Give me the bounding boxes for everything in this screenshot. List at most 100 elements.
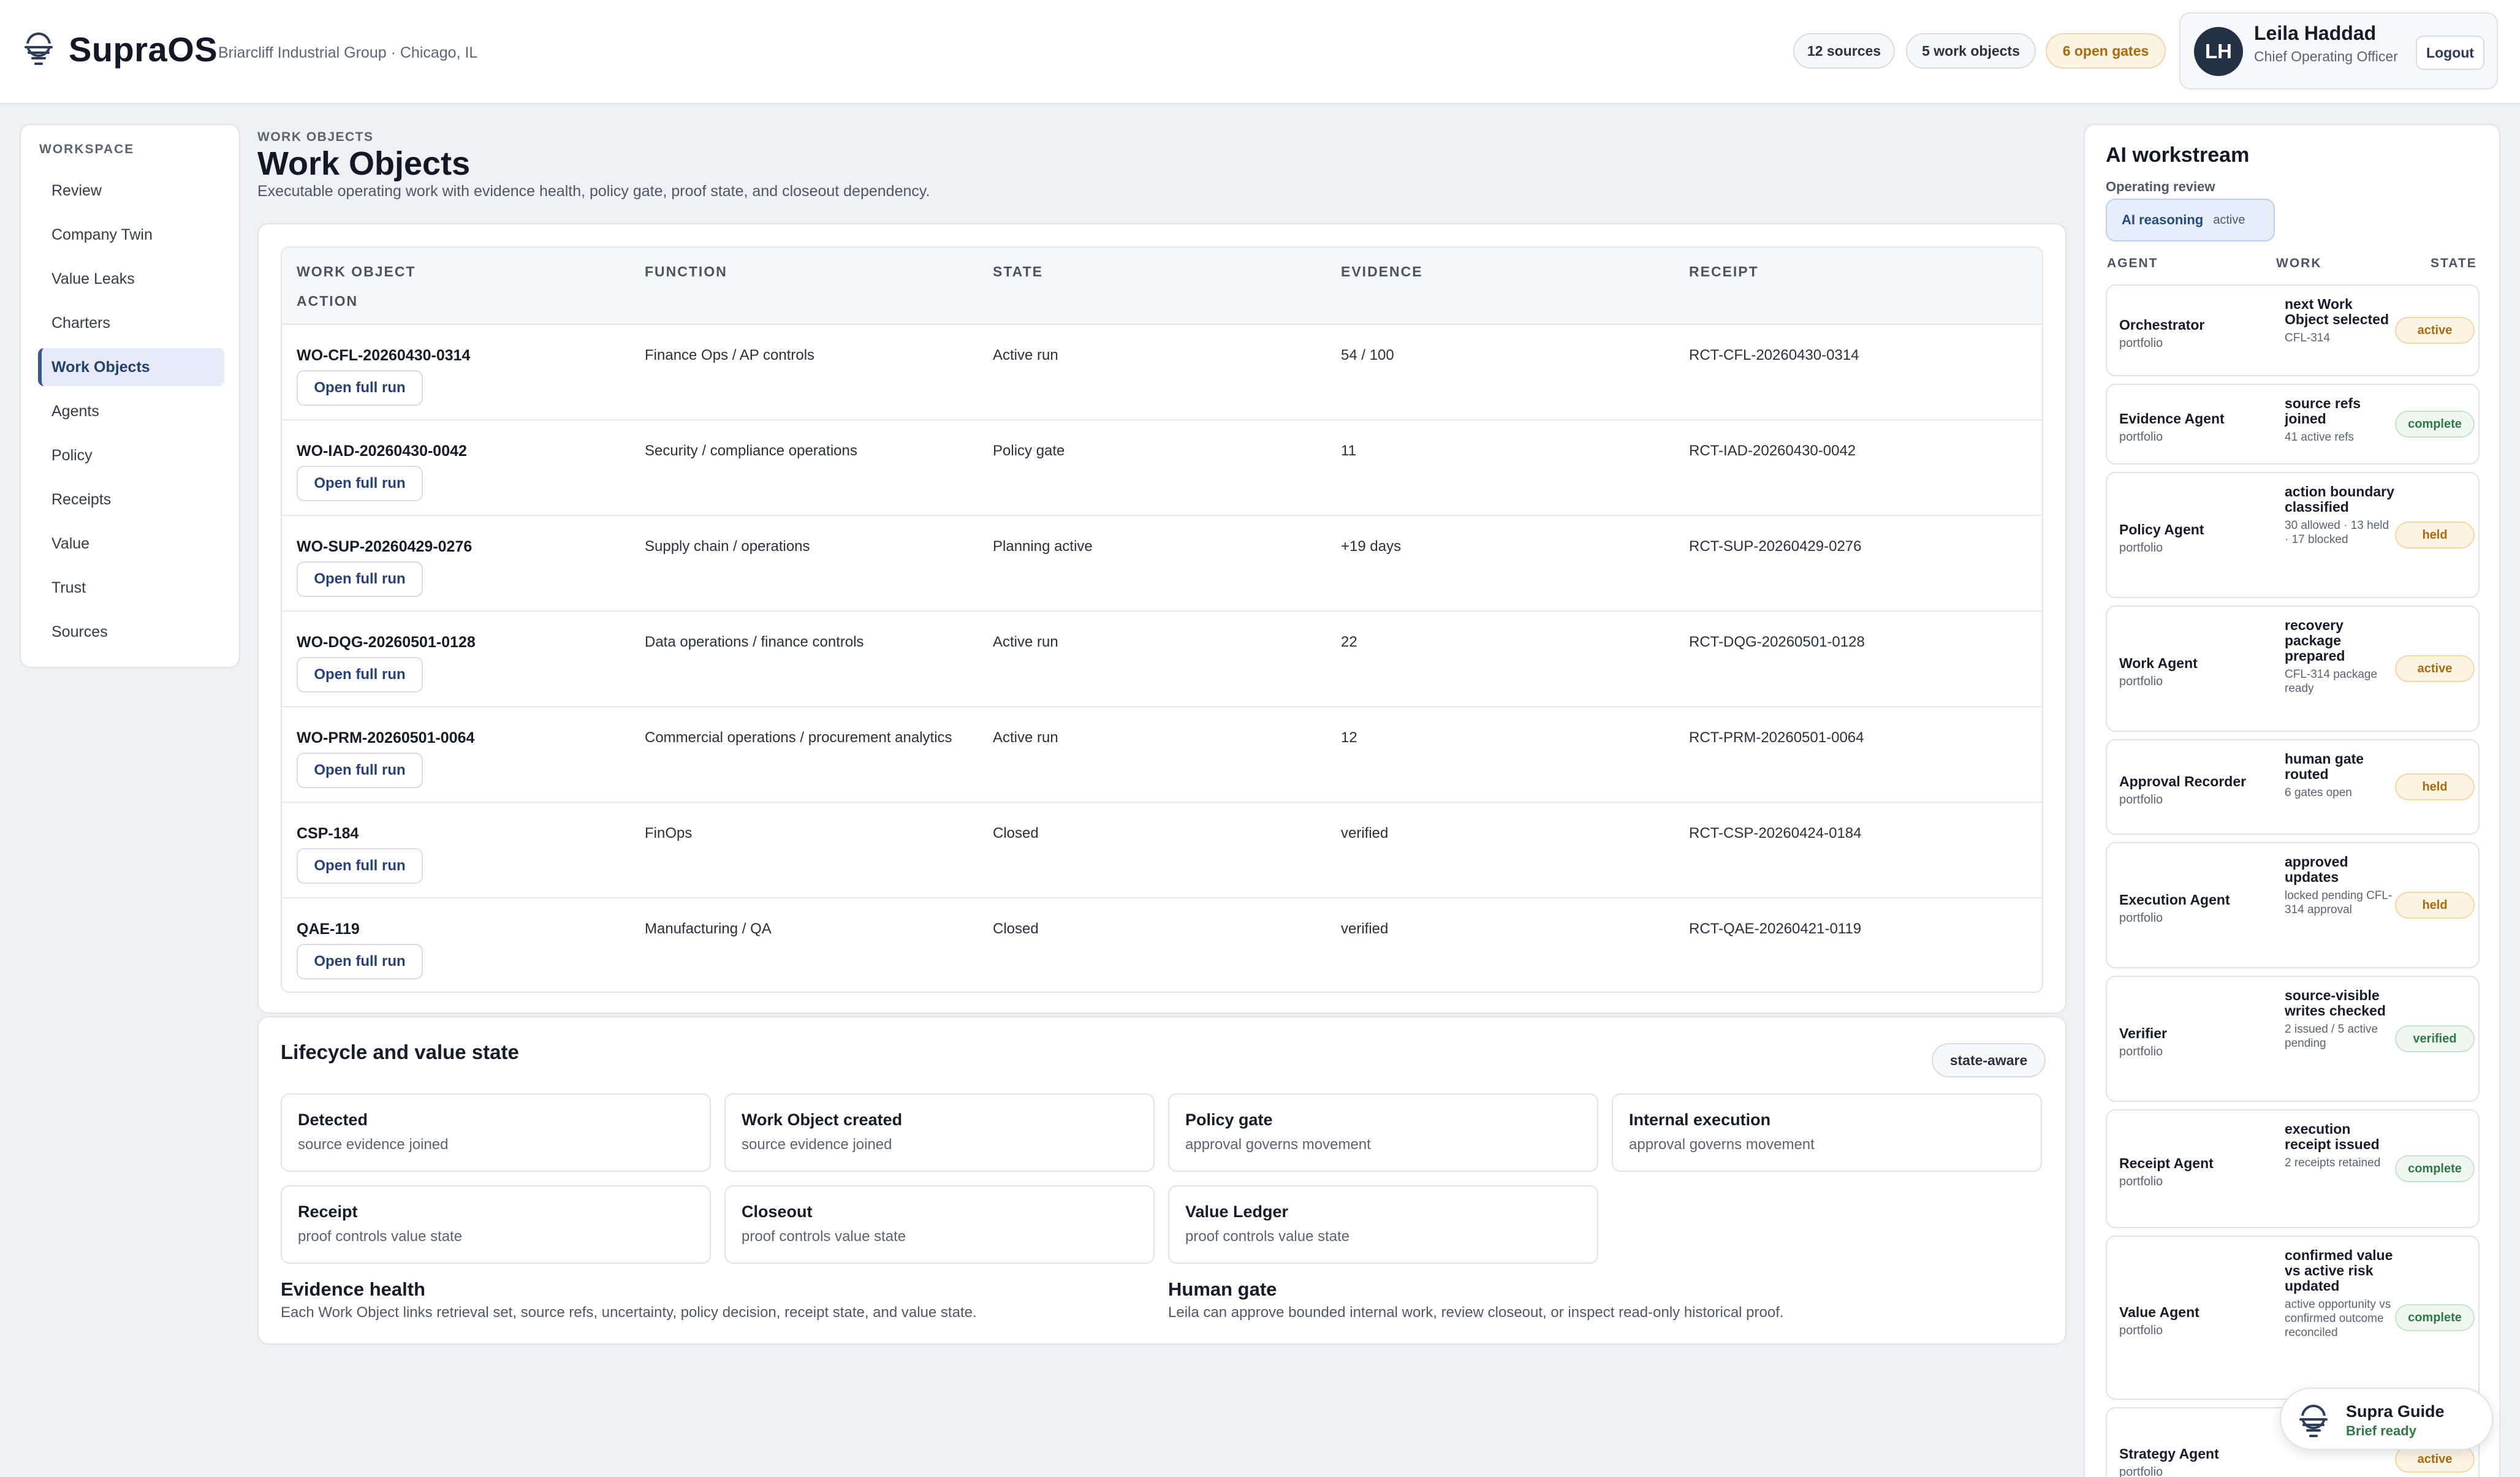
open-full-run-button[interactable]: Open full run	[297, 753, 423, 788]
work-objects-count-pill[interactable]: 5 work objects	[1906, 33, 2036, 69]
work-object-receipt[interactable]: RCT-QAE-20260421-0119	[1689, 921, 1861, 938]
column-header-work-object[interactable]: WORK OBJECT	[297, 264, 416, 280]
sidebar-item-trust[interactable]: Trust	[38, 569, 224, 607]
sidebar-item-company-twin[interactable]: Company Twin	[38, 216, 224, 254]
stage-subtitle: approval governs movement	[1185, 1136, 1371, 1153]
open-full-run-button[interactable]: Open full run	[297, 466, 423, 501]
sources-count-pill[interactable]: 12 sources	[1793, 33, 1895, 69]
open-full-run-button[interactable]: Open full run	[297, 370, 423, 406]
ai-reasoning-label: AI reasoning	[2122, 212, 2204, 227]
open-full-run-button[interactable]: Open full run	[297, 848, 423, 884]
work-object-state: Closed	[993, 921, 1039, 937]
work-object-function: Manufacturing / QA	[645, 921, 772, 937]
agent-card-verifier[interactable]: Verifier portfolio source-visible writes c…	[2106, 976, 2480, 1102]
work-object-id[interactable]: QAE-119	[297, 921, 360, 938]
sidebar-item-review[interactable]: Review	[38, 172, 224, 210]
work-object-id[interactable]: WO-DQG-20260501-0128	[297, 634, 476, 651]
agent-work: action boundary classified	[2285, 484, 2394, 515]
agent-card-approval-recorder[interactable]: Approval Recorder portfolio human gate rou…	[2106, 739, 2480, 835]
sidebar-item-charters[interactable]: Charters	[38, 304, 224, 342]
agent-card-orchestrator[interactable]: Orchestrator portfolio next Work Object se…	[2106, 284, 2480, 376]
work-object-receipt[interactable]: RCT-PRM-20260501-0064	[1689, 729, 1864, 746]
agent-detail: 6 gates open	[2285, 786, 2352, 799]
supra-guide-status: Brief ready	[2346, 1423, 2416, 1438]
work-object-id[interactable]: CSP-184	[297, 825, 359, 843]
open-full-run-button[interactable]: Open full run	[297, 657, 423, 693]
agent-work: source-visible writes checked	[2285, 987, 2386, 1019]
table-header: WORK OBJECT ACTION FUNCTION STATE EVIDEN…	[282, 248, 2042, 325]
agent-name: Execution Agent	[2119, 892, 2230, 908]
agent-card-value-agent[interactable]: Value Agent portfolio confirmed value vs a…	[2106, 1236, 2480, 1400]
agent-card-evidence-agent[interactable]: Evidence Agent portfolio source refs joine…	[2106, 384, 2480, 465]
agent-name: Policy Agent	[2119, 522, 2204, 537]
stage-receipt[interactable]: Receipt proof controls value state	[281, 1185, 711, 1264]
column-header-evidence[interactable]: EVIDENCE	[1341, 264, 1423, 280]
agent-scope: portfolio	[2119, 911, 2163, 925]
open-gates-pill[interactable]: 6 open gates	[2046, 33, 2166, 69]
table-row: WO-IAD-20260430-0042 Security / complianc…	[282, 420, 2042, 516]
sidebar-item-value-leaks[interactable]: Value Leaks	[38, 260, 224, 298]
work-objects-panel: WORK OBJECT ACTION FUNCTION STATE EVIDEN…	[257, 223, 2066, 1014]
agent-work: next Work Object selected	[2285, 296, 2389, 327]
stage-subtitle: proof controls value state	[742, 1228, 906, 1245]
work-object-receipt[interactable]: RCT-CFL-20260430-0314	[1689, 347, 1859, 364]
sidebar-item-work-objects[interactable]: Work Objects	[38, 348, 224, 386]
work-object-receipt[interactable]: RCT-IAD-20260430-0042	[1689, 442, 1856, 460]
work-object-evidence: verified	[1341, 921, 1389, 937]
stage-value-ledger[interactable]: Value Ledger proof controls value state	[1168, 1185, 1598, 1264]
agent-detail: active opportunity vs confirmed outcome …	[2285, 1298, 2391, 1339]
agent-scope: portfolio	[2119, 675, 2163, 688]
brand[interactable]: SupraOS	[23, 29, 218, 69]
work-object-id[interactable]: WO-PRM-20260501-0064	[297, 729, 474, 747]
page-title: Work Objects	[257, 145, 471, 182]
stage-title: Work Object created	[742, 1111, 903, 1129]
stage-work-object-created[interactable]: Work Object created source evidence join…	[724, 1093, 1155, 1172]
work-object-id[interactable]: WO-IAD-20260430-0042	[297, 442, 467, 460]
agent-detail: 30 allowed · 13 held · 17 blocked	[2285, 519, 2389, 546]
stage-closeout[interactable]: Closeout proof controls value state	[724, 1185, 1155, 1264]
column-header-work: WORK	[2276, 256, 2322, 270]
work-object-evidence: 54 / 100	[1341, 347, 1394, 363]
stage-policy-gate[interactable]: Policy gate approval governs movement	[1168, 1093, 1598, 1172]
sidebar-item-agents[interactable]: Agents	[38, 392, 224, 430]
ai-reasoning-state: active	[2213, 213, 2245, 227]
agent-card-work-agent[interactable]: Work Agent portfolio recovery package prep…	[2106, 606, 2480, 732]
avatar[interactable]: LH	[2194, 27, 2243, 76]
agent-state-badge: complete	[2395, 1155, 2475, 1182]
supra-guide-launcher[interactable]: Supra Guide Brief ready	[2280, 1388, 2493, 1450]
supra-guide-name: Supra Guide	[2346, 1402, 2445, 1421]
stage-title: Value Ledger	[1185, 1202, 1289, 1221]
stage-subtitle: approval governs movement	[1629, 1136, 1815, 1153]
work-object-id[interactable]: WO-SUP-20260429-0276	[297, 538, 472, 556]
work-object-evidence: 11	[1341, 442, 1356, 459]
logout-button[interactable]: Logout	[2416, 36, 2484, 70]
column-header-state[interactable]: STATE	[993, 264, 1043, 280]
column-header-receipt[interactable]: RECEIPT	[1689, 264, 1759, 280]
work-object-receipt[interactable]: RCT-CSP-20260424-0184	[1689, 825, 1862, 842]
work-object-state: Policy gate	[993, 442, 1065, 459]
sidebar-item-value[interactable]: Value	[38, 525, 224, 563]
column-header-state: STATE	[2431, 256, 2477, 270]
work-object-receipt[interactable]: RCT-DQG-20260501-0128	[1689, 634, 1865, 651]
work-object-id[interactable]: WO-CFL-20260430-0314	[297, 347, 470, 365]
user-name: Leila Haddad	[2254, 22, 2377, 44]
column-header-function[interactable]: FUNCTION	[645, 264, 727, 280]
work-object-receipt[interactable]: RCT-SUP-20260429-0276	[1689, 538, 1862, 555]
agent-scope: portfolio	[2119, 1324, 2163, 1337]
stage-detected[interactable]: Detected source evidence joined	[281, 1093, 711, 1172]
page-eyebrow: WORK OBJECTS	[257, 130, 374, 144]
open-full-run-button[interactable]: Open full run	[297, 944, 423, 979]
ai-reasoning-chip[interactable]: AI reasoning active	[2106, 199, 2275, 241]
brand-name: SupraOS	[69, 30, 218, 69]
agent-card-receipt-agent[interactable]: Receipt Agent portfolio execution receipt …	[2106, 1109, 2480, 1228]
open-full-run-button[interactable]: Open full run	[297, 561, 423, 597]
stage-internal-execution[interactable]: Internal execution approval governs move…	[1612, 1093, 2042, 1172]
sidebar-item-receipts[interactable]: Receipts	[38, 480, 224, 518]
sidebar-item-sources[interactable]: Sources	[38, 613, 224, 651]
agent-card-policy-agent[interactable]: Policy Agent portfolio action boundary cla…	[2106, 472, 2480, 598]
sidebar-item-policy[interactable]: Policy	[38, 436, 224, 474]
agent-name: Evidence Agent	[2119, 411, 2225, 427]
stage-title: Receipt	[298, 1202, 358, 1221]
agent-card-execution-agent[interactable]: Execution Agent portfolio approved updates…	[2106, 842, 2480, 968]
ai-workstream-panel: AI workstream Operating review AI reason…	[2084, 124, 2500, 1477]
